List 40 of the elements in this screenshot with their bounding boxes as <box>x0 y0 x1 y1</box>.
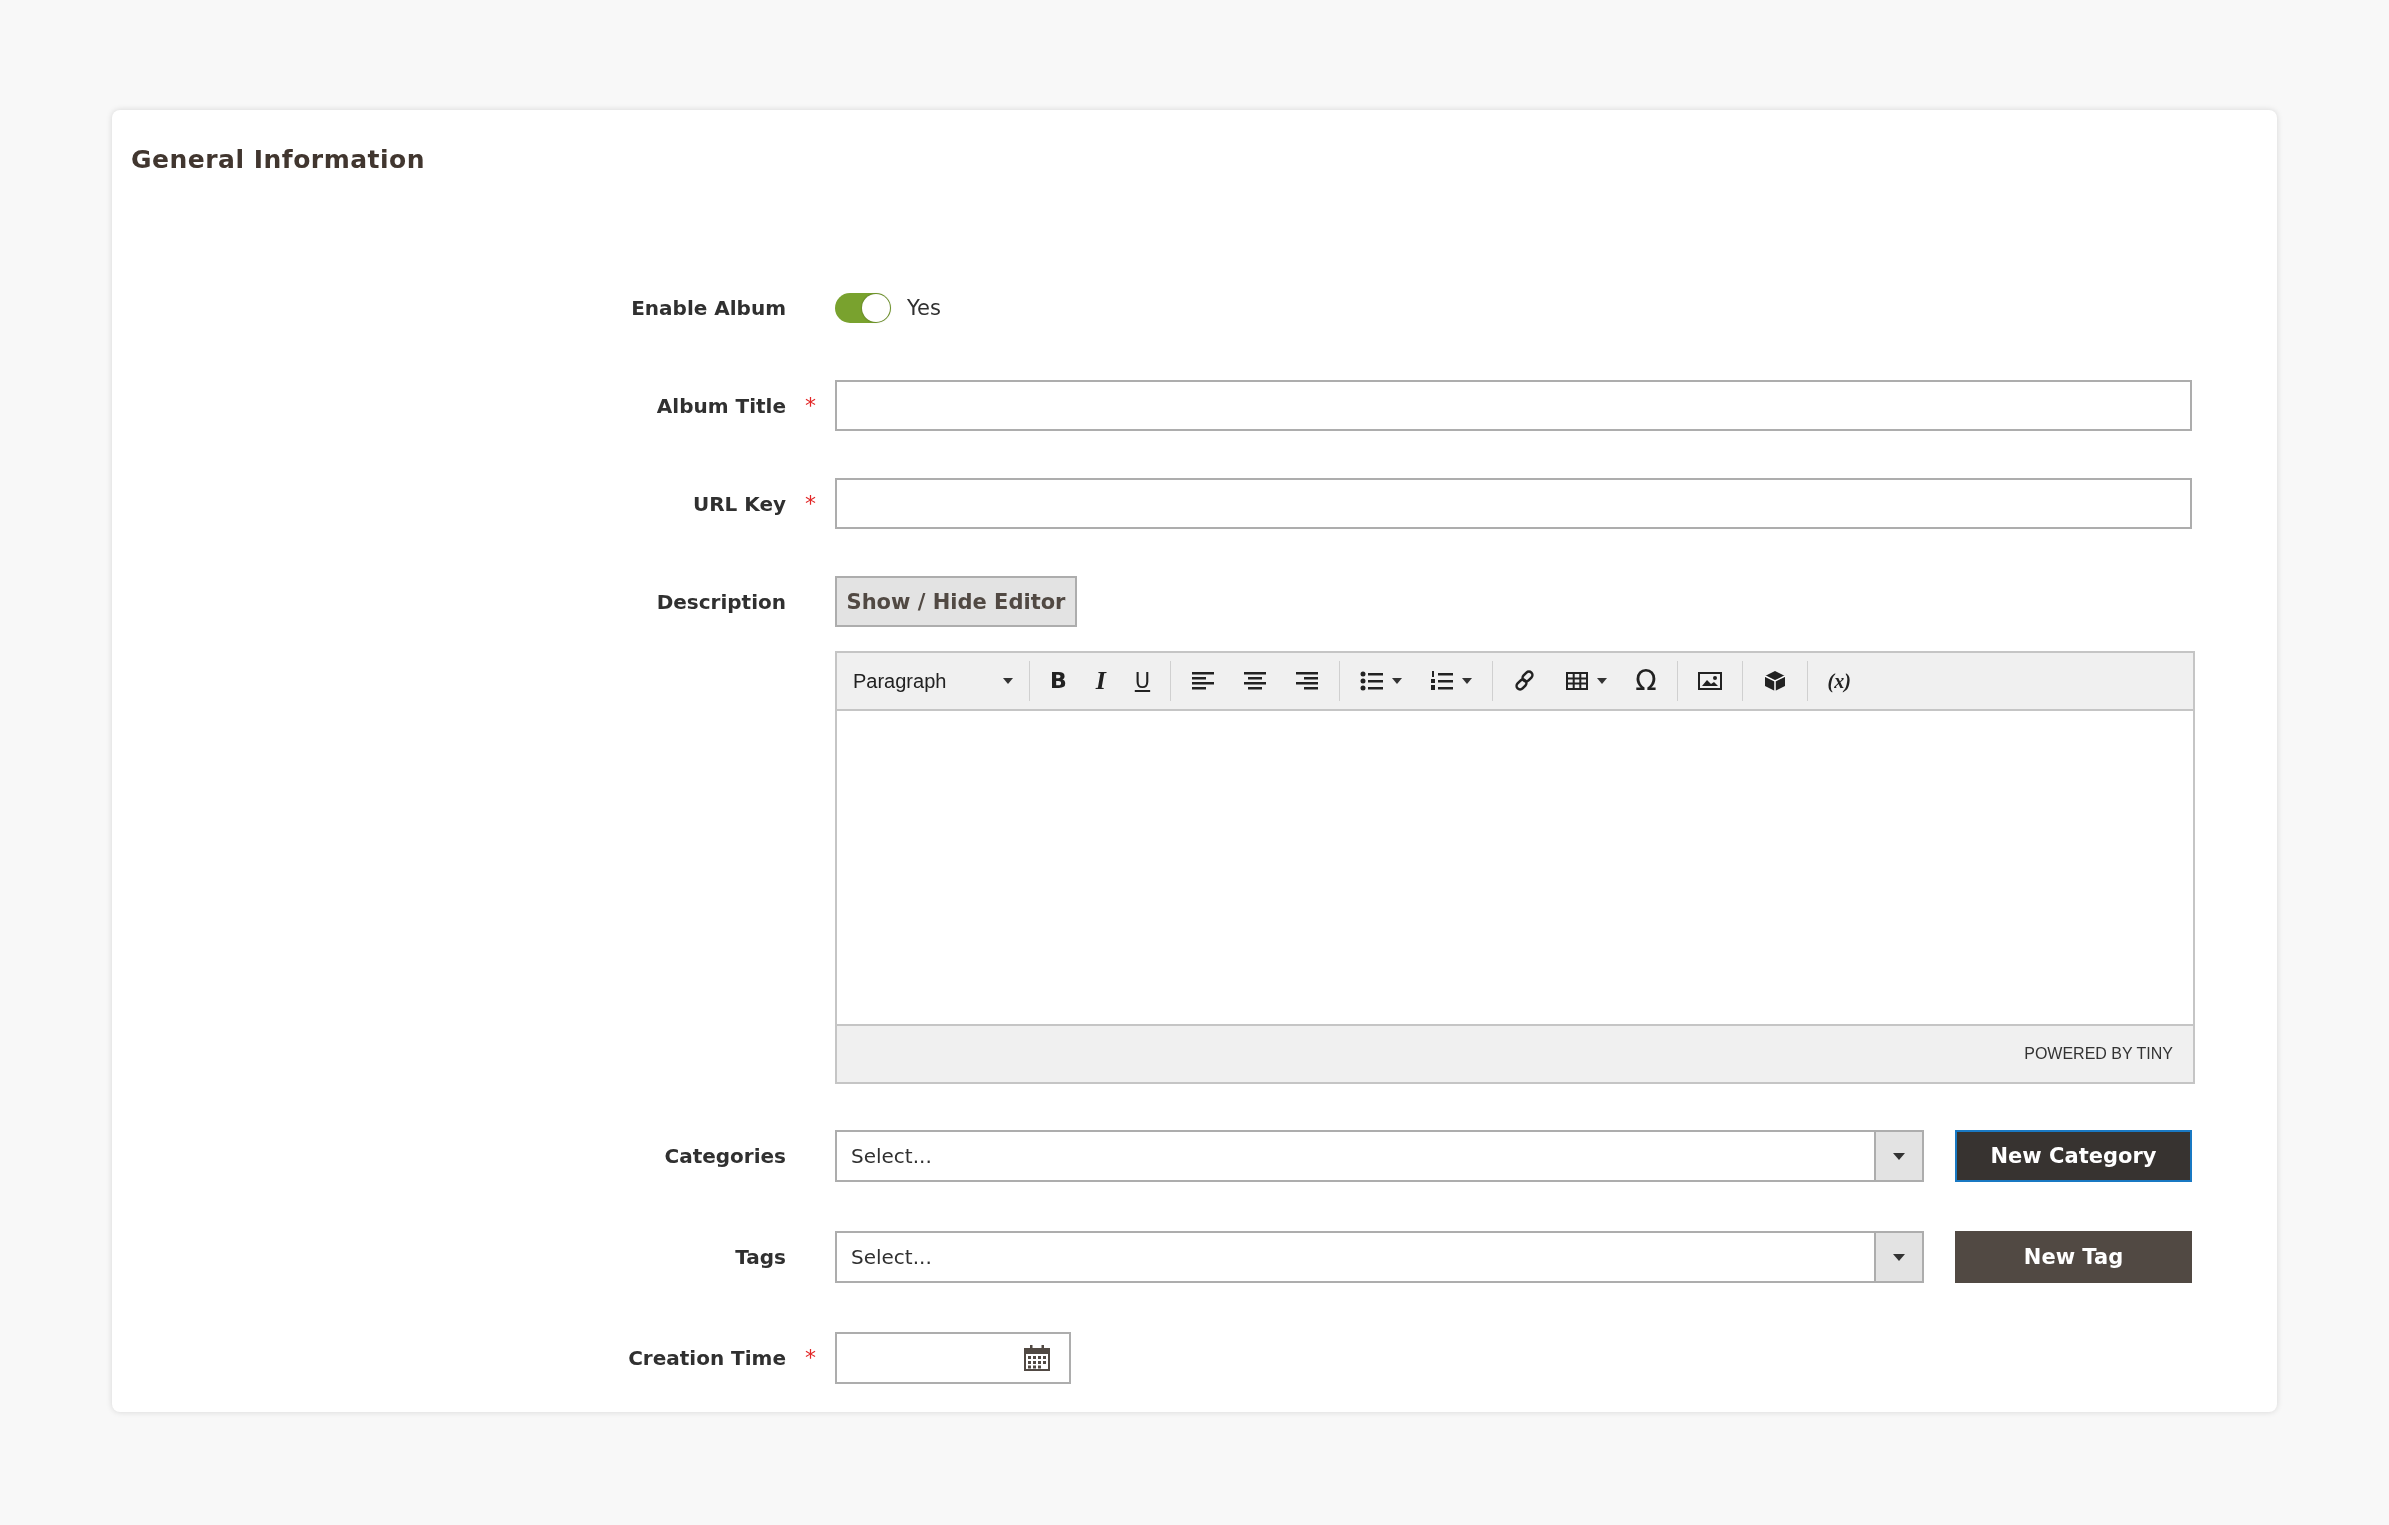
date-field[interactable] <box>835 1332 1071 1384</box>
table-icon <box>1565 670 1590 692</box>
italic-button[interactable]: I <box>1080 661 1121 701</box>
field-label: Creation Time <box>628 1346 786 1370</box>
new-button[interactable]: New Tag <box>1955 1231 2192 1283</box>
new-button[interactable]: New Category <box>1955 1130 2192 1182</box>
align-left-icon <box>1191 670 1216 692</box>
format-dropdown[interactable]: Paragraph <box>843 661 1023 701</box>
required-mark: * <box>805 491 816 516</box>
bullet-list-icon <box>1360 670 1385 692</box>
caret-icon <box>1003 678 1013 684</box>
section-title: General Information <box>131 144 427 176</box>
field-label: URL Key <box>692 492 786 516</box>
variable-button[interactable]: (x) <box>1813 661 1865 701</box>
align-center-icon <box>1243 670 1268 692</box>
toggle-label: Yes <box>907 296 941 320</box>
glyph-button[interactable]: Ω <box>1621 661 1671 701</box>
powered-by-label: POWERED BY TINY <box>2024 1045 2173 1063</box>
select-field[interactable]: Select... <box>835 1231 1874 1283</box>
align-right-icon <box>1295 670 1320 692</box>
calendar-icon[interactable] <box>1023 1344 1051 1372</box>
bold-button[interactable]: B <box>1036 661 1081 701</box>
required-mark: * <box>805 1345 816 1370</box>
widget-icon <box>1762 670 1787 692</box>
field-label: Categories <box>664 1144 786 1168</box>
text-field[interactable] <box>835 478 2192 529</box>
caret-icon <box>1893 1253 1905 1261</box>
show-hide-editor-button[interactable]: Show / Hide Editor <box>835 576 1077 627</box>
caret-icon <box>1893 1152 1905 1160</box>
field-label: Tags <box>735 1245 786 1269</box>
underline-button[interactable]: U <box>1120 661 1165 701</box>
select-field[interactable]: Select... <box>835 1130 1874 1182</box>
field-label: Album Title <box>656 394 786 418</box>
field-label: Description <box>656 590 786 614</box>
text-field[interactable] <box>835 380 2192 431</box>
image-icon <box>1697 670 1722 692</box>
toggle-switch[interactable] <box>835 293 891 323</box>
numbered-list-icon <box>1430 670 1455 692</box>
field-label: Enable Album <box>631 296 786 320</box>
required-mark: * <box>805 393 816 418</box>
